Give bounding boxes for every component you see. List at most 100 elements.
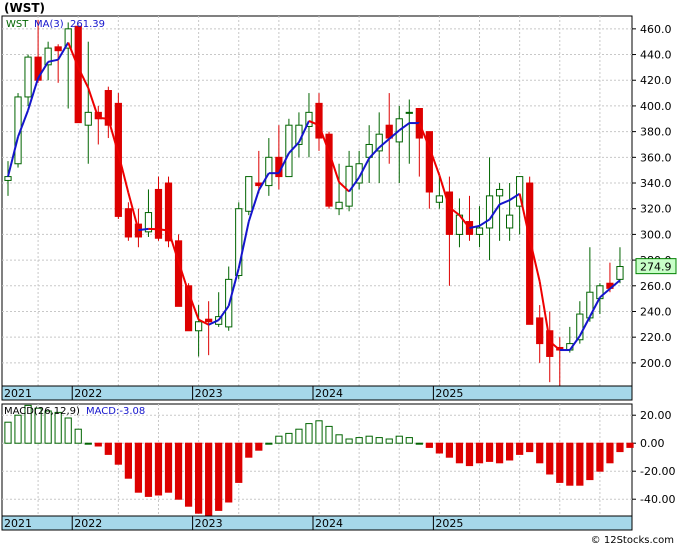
candle-body [485,195,494,229]
candle-body [265,156,273,187]
candle-body [54,46,62,52]
price-tick-label: 240.0 [640,305,672,318]
ma-line-segment [158,228,169,232]
price-tick-label: 460.0 [640,23,672,36]
ma-line-segment [138,227,149,232]
macd-bar [596,442,604,472]
macd-bar [405,437,413,444]
macd-bar [475,442,484,464]
site-credit: © 12Stocks.com [590,535,674,546]
year-label: 2024 [315,387,343,400]
ma-line-segment [98,116,109,120]
candle-body [245,176,253,212]
year-label: 2023 [195,387,223,400]
macd-bar [215,442,223,511]
macd-bar [566,442,574,486]
macd-bar [355,437,363,444]
candle-body [495,188,504,197]
year-label: 2022 [74,387,102,400]
candle-body [345,165,353,207]
macd-bar [265,442,273,445]
macd-bar [335,434,343,444]
macd-bar [14,414,22,444]
macd-bar [516,442,524,455]
year-label: 2021 [4,517,32,530]
macd-bar [465,442,474,467]
macd-legend-value: MACD:-3.08 [86,406,145,417]
macd-bar [485,442,494,462]
price-tick-label: 400.0 [640,100,672,113]
macd-bar [365,435,373,444]
legend-ma-value: 261.39 [70,19,105,30]
macd-bar [124,442,132,479]
candle-body [154,188,163,239]
macd-bar [616,442,624,453]
macd-bar [275,435,283,444]
macd-bar [495,442,504,464]
last-price-label: 274.9 [640,261,672,274]
candle-body [536,317,544,345]
macd-bar [455,442,464,464]
candle-body [4,176,12,181]
macd-bar [205,442,213,517]
macd-bar [144,442,153,497]
macd-bar [345,438,353,444]
price-tick-label: 380.0 [640,126,672,139]
macd-bar [74,428,82,444]
candle-body [616,266,624,280]
macd-bar [94,442,102,447]
macd-bar [255,442,263,451]
price-tick-label: 420.0 [640,74,672,87]
macd-bar [54,411,62,444]
macd-bar [235,442,243,483]
macd-bar [225,442,233,503]
price-tick-label: 300.0 [640,228,672,241]
macd-bar [4,421,12,444]
price-tick-label: 360.0 [640,151,672,164]
candle-body [124,208,132,238]
macd-bar [64,417,72,444]
year-label: 2023 [195,517,223,530]
macd-bar [395,435,403,444]
macd-bar [435,442,443,454]
price-tick-label: 440.0 [640,49,672,62]
price-tick-label: 320.0 [640,203,672,216]
macd-bar [104,442,112,455]
price-panel: 460.0 440.0 420.0 400.0 380.0 360.0 340.0 320.0… [1,15,677,401]
macd-bar [536,442,544,464]
macd-bar [174,442,183,500]
macd-tick-label: 20.00 [640,409,672,422]
macd-legend-label: MACD(26,12,9) [4,406,80,417]
candle-body [405,111,413,114]
candle-body [435,195,443,203]
candle-body [335,201,343,210]
macd-bar [195,442,203,514]
macd-bar [526,442,534,453]
macd-bar [506,442,514,461]
candle-body [506,214,514,229]
macd-bar [285,432,293,444]
macd-bar [315,420,323,444]
candle-body [526,182,534,325]
legend-ticker: WST [6,19,29,30]
macd-bar [325,425,333,444]
candle-body [74,25,82,124]
macd-bar [546,442,554,475]
candle-body [24,56,32,98]
year-label: 2022 [74,517,102,530]
price-tick-label: 340.0 [640,177,672,190]
macd-bar [154,442,163,496]
price-tick-label: 220.0 [640,331,672,344]
year-label: 2021 [4,387,32,400]
macd-bar [114,442,122,465]
price-tick-label: 200.0 [640,357,672,370]
macd-bar [305,423,313,444]
year-label: 2025 [435,517,463,530]
price-tick-label: 260.0 [640,280,672,293]
macd-panel: 20.00 0.00 -20.00 -40.00 MACD(26,12,9) MACD:-… [1,403,675,531]
macd-bar [415,442,423,445]
candle-body [475,227,484,235]
stock-chart: 460.0 440.0 420.0 400.0 380.0 360.0 340.0 320.0… [1,15,677,531]
macd-tick-label: -20.00 [640,465,675,478]
candle-body [205,318,213,323]
